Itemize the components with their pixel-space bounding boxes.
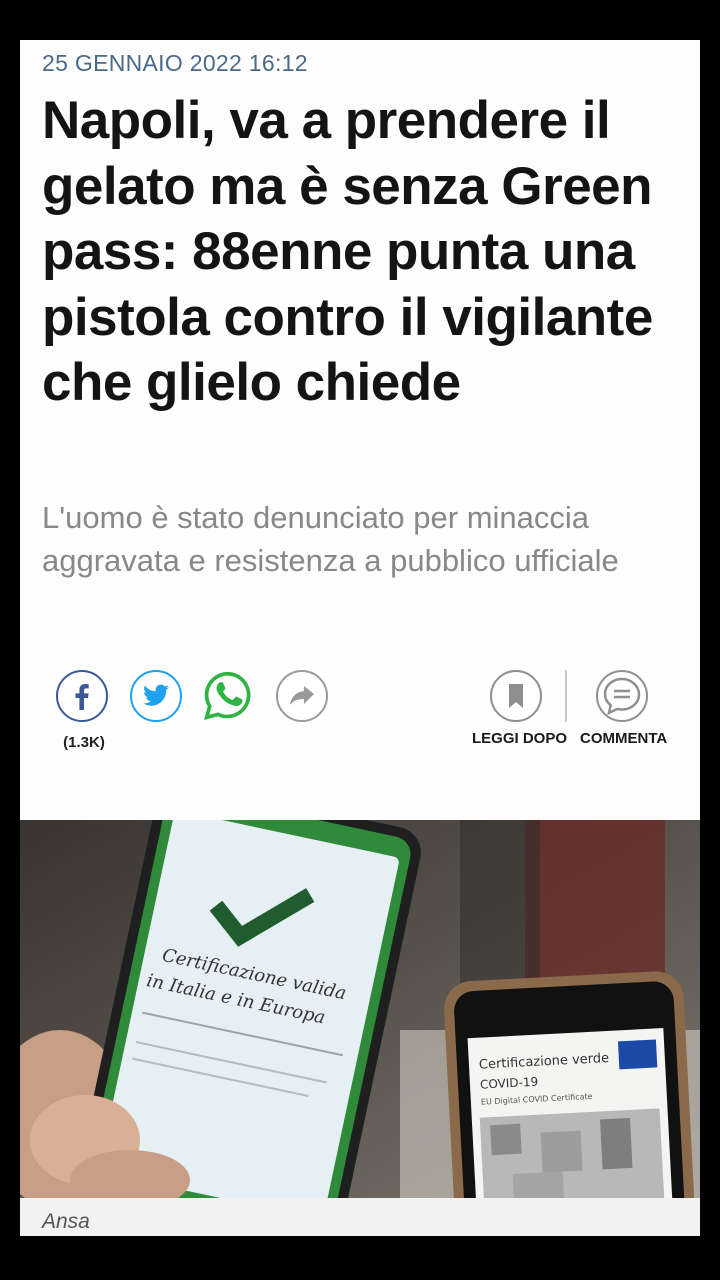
article-subtitle: L'uomo è stato denunciato per minaccia a… bbox=[42, 500, 619, 578]
eu-flag-icon bbox=[617, 1039, 658, 1070]
twitter-share-button[interactable] bbox=[130, 670, 182, 722]
comment-button[interactable] bbox=[596, 670, 648, 722]
read-later-button[interactable] bbox=[490, 670, 542, 722]
article-title: Napoli, va a prendere il gelato ma è sen… bbox=[42, 91, 653, 412]
status-bar bbox=[0, 0, 720, 40]
article-photo: Certificazione valida in Italia e in Eur… bbox=[20, 820, 700, 1198]
read-later-label[interactable]: LEGGI DOPO bbox=[472, 730, 567, 747]
article-photo-illustration: Certificazione valida in Italia e in Eur… bbox=[20, 820, 700, 1198]
facebook-share-count: (1.3K) bbox=[63, 734, 105, 751]
share-more-button[interactable] bbox=[276, 670, 328, 722]
article-header: 25 GENNAIO 2022 16:12 Napoli, va a prend… bbox=[20, 40, 700, 820]
bookmark-icon bbox=[509, 684, 523, 708]
article-page: 25 GENNAIO 2022 16:12 Napoli, va a prend… bbox=[20, 40, 700, 1236]
comment-label[interactable]: COMMENTA bbox=[580, 730, 667, 747]
navigation-bar bbox=[0, 1236, 720, 1280]
photo-credit: Ansa bbox=[42, 1210, 90, 1233]
share-arrow-icon bbox=[290, 686, 314, 705]
actions-divider bbox=[565, 670, 567, 722]
whatsapp-icon bbox=[204, 671, 251, 720]
facebook-share-button[interactable] bbox=[56, 670, 108, 722]
twitter-icon bbox=[143, 684, 169, 706]
facebook-icon bbox=[75, 684, 89, 710]
whatsapp-share-button[interactable] bbox=[202, 670, 254, 722]
comment-bubble-icon bbox=[603, 677, 641, 716]
article-date: 25 GENNAIO 2022 16:12 bbox=[42, 50, 308, 76]
